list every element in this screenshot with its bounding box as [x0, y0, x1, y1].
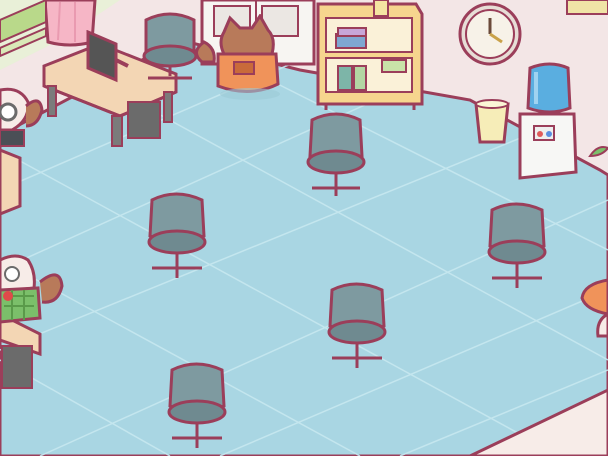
cat-worker[interactable]	[578, 270, 608, 340]
cat-worker[interactable]	[194, 14, 288, 104]
plant	[588, 146, 608, 158]
cat-worker[interactable]	[0, 86, 46, 152]
computer-monitor-icon[interactable]	[86, 30, 132, 84]
water-cooler[interactable]	[516, 62, 580, 182]
office-room-scene	[0, 0, 608, 456]
office-chair[interactable]	[320, 282, 394, 370]
office-chair[interactable]	[480, 202, 554, 290]
trash-bin	[474, 99, 510, 144]
bookshelf[interactable]	[312, 0, 428, 112]
wall-clock-icon	[458, 2, 522, 66]
office-chair[interactable]	[160, 362, 234, 452]
desk-edge	[0, 148, 22, 216]
office-chair[interactable]	[140, 192, 214, 280]
wall-shelf	[566, 0, 608, 15]
office-chair[interactable]	[300, 112, 372, 198]
cat-worker[interactable]	[0, 252, 70, 332]
